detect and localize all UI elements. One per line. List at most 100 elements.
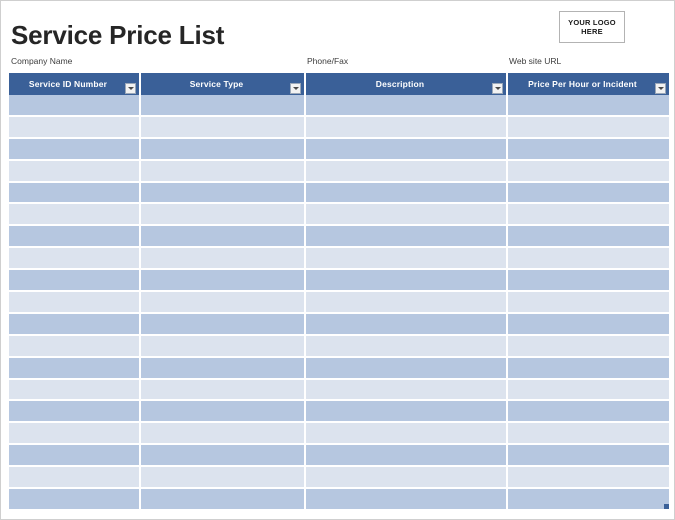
cell-description[interactable] — [306, 336, 508, 358]
cell-service-type[interactable] — [141, 161, 306, 183]
cell-service-type[interactable] — [141, 445, 306, 467]
table-row[interactable] — [9, 358, 669, 380]
table-row[interactable] — [9, 380, 669, 402]
cell-service-id[interactable] — [9, 204, 141, 226]
cell-service-id[interactable] — [9, 117, 141, 139]
company-name-field[interactable]: Company Name — [11, 56, 72, 67]
table-row[interactable] — [9, 270, 669, 292]
cell-service-id[interactable] — [9, 445, 141, 467]
table-row[interactable] — [9, 226, 669, 248]
cell-service-type[interactable] — [141, 117, 306, 139]
cell-description[interactable] — [306, 380, 508, 402]
table-row[interactable] — [9, 489, 669, 511]
cell-description[interactable] — [306, 270, 508, 292]
table-row[interactable] — [9, 423, 669, 445]
table-row[interactable] — [9, 204, 669, 226]
cell-service-type[interactable] — [141, 489, 306, 511]
cell-service-type[interactable] — [141, 467, 306, 489]
logo-placeholder[interactable]: YOUR LOGO HERE — [559, 11, 625, 43]
web-site-url-field[interactable]: Web site URL — [509, 56, 561, 67]
cell-price[interactable] — [508, 117, 669, 139]
cell-price[interactable] — [508, 358, 669, 380]
cell-service-type[interactable] — [141, 204, 306, 226]
column-header-description[interactable]: Description — [306, 73, 508, 95]
cell-service-type[interactable] — [141, 314, 306, 336]
table-row[interactable] — [9, 161, 669, 183]
cell-service-id[interactable] — [9, 270, 141, 292]
cell-price[interactable] — [508, 489, 669, 511]
cell-service-id[interactable] — [9, 489, 141, 511]
table-row[interactable] — [9, 117, 669, 139]
cell-price[interactable] — [508, 336, 669, 358]
cell-price[interactable] — [508, 248, 669, 270]
column-header-price[interactable]: Price Per Hour or Incident — [508, 73, 669, 95]
table-row[interactable] — [9, 336, 669, 358]
cell-description[interactable] — [306, 139, 508, 161]
column-header-service-id[interactable]: Service ID Number — [9, 73, 141, 95]
cell-service-id[interactable] — [9, 467, 141, 489]
cell-service-type[interactable] — [141, 423, 306, 445]
cell-description[interactable] — [306, 161, 508, 183]
cell-service-type[interactable] — [141, 380, 306, 402]
cell-service-type[interactable] — [141, 292, 306, 314]
cell-description[interactable] — [306, 95, 508, 117]
cell-description[interactable] — [306, 292, 508, 314]
chevron-down-icon[interactable] — [492, 83, 503, 94]
chevron-down-icon[interactable] — [125, 83, 136, 94]
cell-description[interactable] — [306, 204, 508, 226]
table-row[interactable] — [9, 401, 669, 423]
cell-price[interactable] — [508, 139, 669, 161]
cell-service-id[interactable] — [9, 139, 141, 161]
cell-service-type[interactable] — [141, 336, 306, 358]
cell-price[interactable] — [508, 401, 669, 423]
cell-description[interactable] — [306, 358, 508, 380]
cell-price[interactable] — [508, 204, 669, 226]
cell-service-id[interactable] — [9, 248, 141, 270]
table-row[interactable] — [9, 95, 669, 117]
cell-service-id[interactable] — [9, 336, 141, 358]
cell-service-type[interactable] — [141, 226, 306, 248]
phone-fax-field[interactable]: Phone/Fax — [307, 56, 348, 67]
table-row[interactable] — [9, 139, 669, 161]
cell-description[interactable] — [306, 489, 508, 511]
cell-service-id[interactable] — [9, 95, 141, 117]
cell-service-type[interactable] — [141, 401, 306, 423]
cell-description[interactable] — [306, 248, 508, 270]
table-row[interactable] — [9, 314, 669, 336]
cell-service-id[interactable] — [9, 401, 141, 423]
cell-service-id[interactable] — [9, 358, 141, 380]
table-row[interactable] — [9, 248, 669, 270]
table-resize-handle[interactable] — [664, 504, 669, 509]
table-row[interactable] — [9, 467, 669, 489]
cell-description[interactable] — [306, 226, 508, 248]
cell-description[interactable] — [306, 314, 508, 336]
table-row[interactable] — [9, 183, 669, 205]
cell-service-type[interactable] — [141, 270, 306, 292]
cell-service-id[interactable] — [9, 423, 141, 445]
chevron-down-icon[interactable] — [290, 83, 301, 94]
chevron-down-icon[interactable] — [655, 83, 666, 94]
cell-price[interactable] — [508, 183, 669, 205]
cell-service-type[interactable] — [141, 248, 306, 270]
cell-price[interactable] — [508, 161, 669, 183]
cell-service-type[interactable] — [141, 183, 306, 205]
cell-description[interactable] — [306, 467, 508, 489]
cell-description[interactable] — [306, 117, 508, 139]
cell-price[interactable] — [508, 226, 669, 248]
cell-description[interactable] — [306, 183, 508, 205]
cell-service-id[interactable] — [9, 292, 141, 314]
table-row[interactable] — [9, 292, 669, 314]
cell-service-type[interactable] — [141, 139, 306, 161]
cell-service-id[interactable] — [9, 226, 141, 248]
cell-price[interactable] — [508, 314, 669, 336]
cell-price[interactable] — [508, 380, 669, 402]
cell-service-type[interactable] — [141, 95, 306, 117]
cell-price[interactable] — [508, 95, 669, 117]
cell-price[interactable] — [508, 445, 669, 467]
cell-service-id[interactable] — [9, 380, 141, 402]
cell-service-id[interactable] — [9, 183, 141, 205]
cell-service-id[interactable] — [9, 314, 141, 336]
cell-description[interactable] — [306, 401, 508, 423]
cell-service-id[interactable] — [9, 161, 141, 183]
cell-service-type[interactable] — [141, 358, 306, 380]
